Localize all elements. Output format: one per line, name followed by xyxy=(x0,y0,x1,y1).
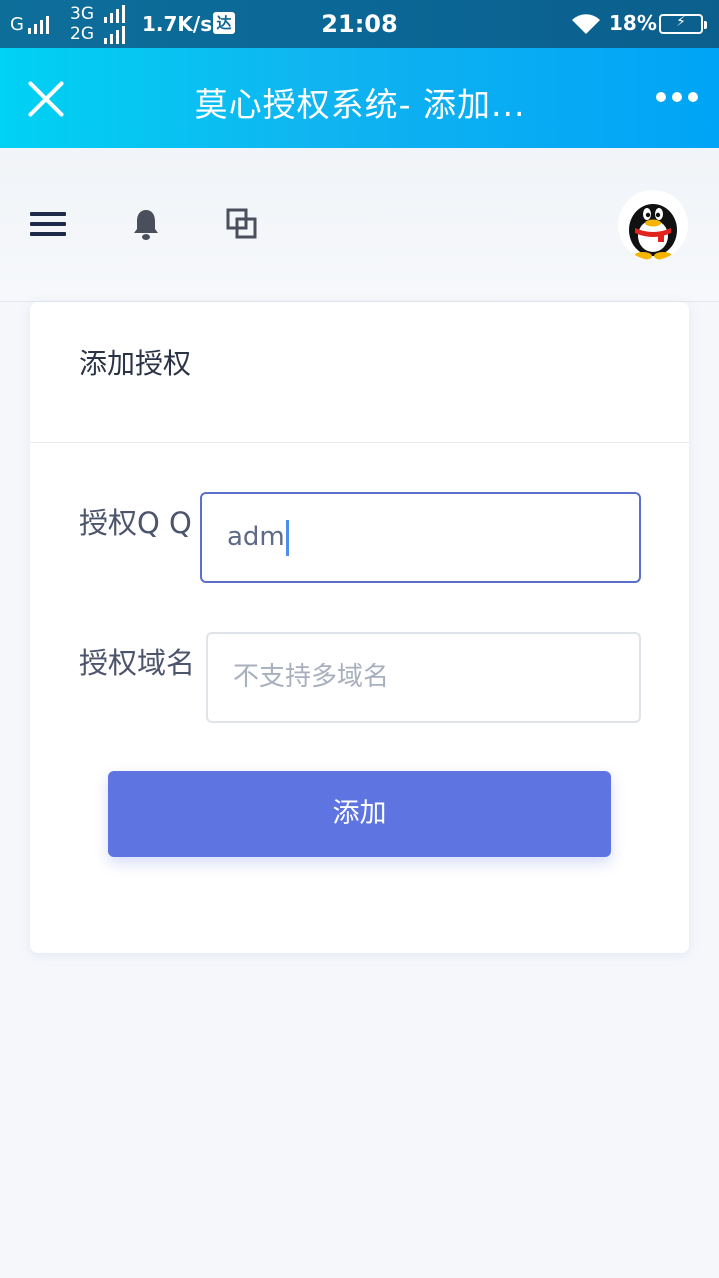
text-caret xyxy=(285,519,289,556)
qq-input-value: adm xyxy=(227,522,285,552)
top-toolbar xyxy=(0,148,719,302)
add-authorization-card: 添加授权 授权Q Q adm 授权域名 不支持多域名 添加 xyxy=(30,302,689,953)
qq-penguin-icon xyxy=(629,204,677,260)
qq-field-label: 授权Q Q xyxy=(79,506,192,540)
domain-field-label: 授权域名 xyxy=(79,646,196,680)
more-options-icon[interactable] xyxy=(656,92,698,102)
title-bar: 莫心授权系统- 添加... xyxy=(0,48,719,148)
page-title: 莫心授权系统- 添加... xyxy=(194,85,526,124)
window-switch-icon[interactable] xyxy=(226,208,258,240)
bell-icon[interactable] xyxy=(132,208,160,242)
domain-input[interactable]: 不支持多域名 xyxy=(206,632,641,723)
card-title: 添加授权 xyxy=(79,347,192,380)
close-icon[interactable] xyxy=(26,79,66,119)
add-button[interactable]: 添加 xyxy=(108,771,611,857)
domain-input-placeholder: 不支持多域名 xyxy=(233,662,390,692)
battery-charging-icon: ⚡ xyxy=(659,14,707,34)
avatar[interactable] xyxy=(618,190,688,260)
card-divider xyxy=(30,442,689,443)
status-bar: G 3G 2G 1.7K/s 达 21:08 18% ⚡ xyxy=(0,0,719,48)
wifi-icon xyxy=(570,12,602,40)
qq-input[interactable]: adm xyxy=(200,492,641,583)
battery-percent: 18% xyxy=(609,11,657,35)
hamburger-menu-icon[interactable] xyxy=(30,212,66,238)
